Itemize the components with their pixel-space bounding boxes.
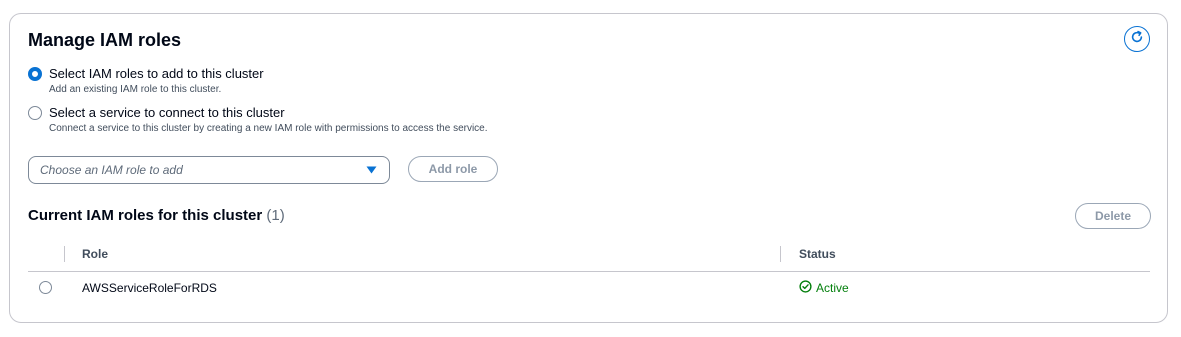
column-header-status[interactable]: Status	[799, 247, 836, 261]
panel-title: Manage IAM roles	[28, 30, 182, 50]
column-header-role[interactable]: Role	[82, 247, 108, 261]
column-divider	[64, 246, 65, 262]
iam-role-select-placeholder: Choose an IAM role to add	[40, 163, 183, 177]
current-roles-heading: Current IAM roles for this cluster (1)	[28, 207, 285, 224]
row-select-radio[interactable]	[39, 281, 52, 294]
status-badge: Active	[799, 280, 849, 296]
radio-connect-service[interactable]	[28, 106, 42, 120]
option-description: Add an existing IAM role to this cluster…	[49, 84, 222, 95]
manage-iam-roles-panel: Manage IAM roles Select IAM roles to add…	[9, 13, 1168, 323]
delete-button[interactable]: Delete	[1075, 203, 1151, 229]
add-role-button[interactable]: Add role	[408, 156, 498, 182]
option-add-existing-role[interactable]: Select IAM roles to add to this cluster …	[28, 66, 264, 97]
table-row[interactable]: AWSServiceRoleForRDS Active	[28, 272, 1150, 302]
roles-table-header: Role Status	[28, 244, 1150, 272]
iam-role-select[interactable]: Choose an IAM role to add	[28, 156, 390, 184]
refresh-icon	[1130, 30, 1144, 49]
radio-add-existing-role[interactable]	[28, 67, 42, 81]
option-connect-service[interactable]: Select a service to connect to this clus…	[28, 105, 488, 136]
current-roles-count: (1)	[266, 207, 285, 224]
current-roles-title: Current IAM roles for this cluster	[28, 207, 263, 224]
role-name: AWSServiceRoleForRDS	[82, 281, 217, 295]
caret-down-icon	[366, 161, 377, 179]
option-label: Select a service to connect to this clus…	[49, 105, 285, 120]
option-label: Select IAM roles to add to this cluster	[49, 66, 264, 81]
column-divider	[780, 246, 781, 262]
option-description: Connect a service to this cluster by cre…	[49, 123, 488, 134]
refresh-button[interactable]	[1124, 26, 1150, 52]
check-circle-icon	[799, 280, 816, 296]
status-text: Active	[816, 281, 849, 295]
